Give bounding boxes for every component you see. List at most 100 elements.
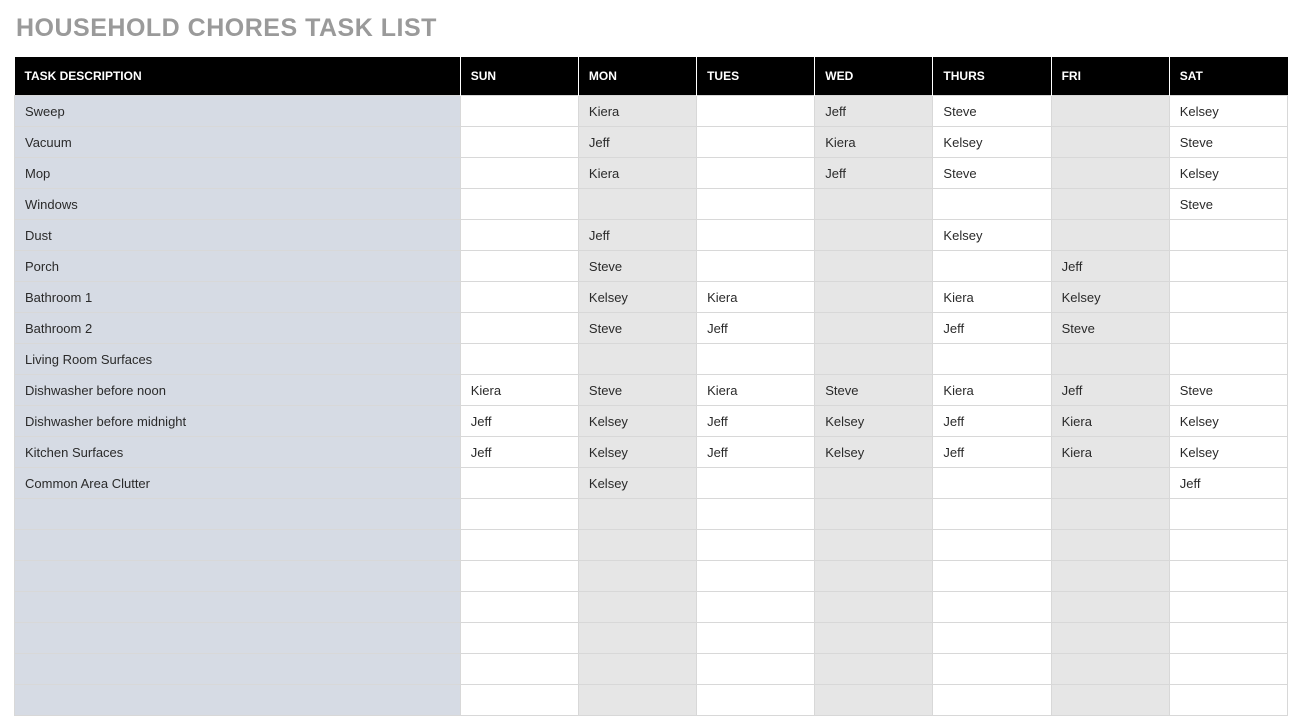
day-cell[interactable]: Kelsey [1051, 282, 1169, 313]
day-cell[interactable]: Steve [1169, 127, 1287, 158]
day-cell[interactable] [815, 220, 933, 251]
day-cell[interactable] [933, 561, 1051, 592]
task-description-cell[interactable]: Bathroom 2 [15, 313, 461, 344]
day-cell[interactable] [1051, 623, 1169, 654]
day-cell[interactable] [1051, 158, 1169, 189]
day-cell[interactable] [1169, 561, 1287, 592]
day-cell[interactable] [697, 127, 815, 158]
task-description-cell[interactable]: Dishwasher before midnight [15, 406, 461, 437]
day-cell[interactable] [933, 468, 1051, 499]
day-cell[interactable]: Steve [1169, 375, 1287, 406]
day-cell[interactable] [1051, 561, 1169, 592]
day-cell[interactable] [1169, 251, 1287, 282]
day-cell[interactable] [933, 623, 1051, 654]
day-cell[interactable] [697, 344, 815, 375]
day-cell[interactable]: Kelsey [933, 220, 1051, 251]
day-cell[interactable]: Kiera [697, 282, 815, 313]
day-cell[interactable] [578, 685, 696, 716]
day-cell[interactable]: Kelsey [815, 437, 933, 468]
task-description-cell[interactable]: Living Room Surfaces [15, 344, 461, 375]
day-cell[interactable] [1051, 530, 1169, 561]
day-cell[interactable] [460, 220, 578, 251]
day-cell[interactable] [460, 344, 578, 375]
day-cell[interactable]: Kiera [815, 127, 933, 158]
day-cell[interactable]: Steve [933, 96, 1051, 127]
day-cell[interactable]: Steve [578, 313, 696, 344]
day-cell[interactable] [578, 344, 696, 375]
day-cell[interactable] [1051, 685, 1169, 716]
day-cell[interactable]: Jeff [460, 406, 578, 437]
task-description-cell[interactable]: Vacuum [15, 127, 461, 158]
day-cell[interactable] [460, 313, 578, 344]
day-cell[interactable] [933, 344, 1051, 375]
day-cell[interactable] [815, 499, 933, 530]
day-cell[interactable] [933, 251, 1051, 282]
day-cell[interactable] [697, 251, 815, 282]
day-cell[interactable] [578, 499, 696, 530]
day-cell[interactable] [1169, 685, 1287, 716]
day-cell[interactable] [815, 654, 933, 685]
day-cell[interactable]: Jeff [1051, 375, 1169, 406]
day-cell[interactable] [697, 592, 815, 623]
day-cell[interactable]: Kelsey [815, 406, 933, 437]
task-description-cell[interactable] [15, 685, 461, 716]
day-cell[interactable] [578, 530, 696, 561]
day-cell[interactable] [815, 530, 933, 561]
day-cell[interactable] [578, 592, 696, 623]
day-cell[interactable] [697, 623, 815, 654]
day-cell[interactable]: Kiera [933, 282, 1051, 313]
day-cell[interactable] [933, 654, 1051, 685]
day-cell[interactable]: Jeff [933, 406, 1051, 437]
day-cell[interactable] [697, 96, 815, 127]
day-cell[interactable] [460, 685, 578, 716]
day-cell[interactable] [1051, 220, 1169, 251]
day-cell[interactable] [460, 96, 578, 127]
day-cell[interactable] [1051, 96, 1169, 127]
day-cell[interactable]: Jeff [460, 437, 578, 468]
day-cell[interactable] [460, 561, 578, 592]
day-cell[interactable] [815, 282, 933, 313]
day-cell[interactable]: Jeff [1169, 468, 1287, 499]
day-cell[interactable] [460, 251, 578, 282]
day-cell[interactable] [460, 623, 578, 654]
day-cell[interactable] [1051, 654, 1169, 685]
day-cell[interactable] [933, 592, 1051, 623]
day-cell[interactable]: Kiera [460, 375, 578, 406]
task-description-cell[interactable] [15, 499, 461, 530]
day-cell[interactable]: Jeff [578, 127, 696, 158]
day-cell[interactable] [815, 623, 933, 654]
day-cell[interactable]: Kelsey [578, 468, 696, 499]
day-cell[interactable] [460, 530, 578, 561]
day-cell[interactable] [697, 561, 815, 592]
day-cell[interactable] [815, 344, 933, 375]
day-cell[interactable]: Kelsey [1169, 406, 1287, 437]
day-cell[interactable] [460, 468, 578, 499]
day-cell[interactable]: Jeff [933, 437, 1051, 468]
day-cell[interactable] [1051, 592, 1169, 623]
day-cell[interactable] [578, 189, 696, 220]
day-cell[interactable]: Jeff [697, 406, 815, 437]
task-description-cell[interactable]: Kitchen Surfaces [15, 437, 461, 468]
day-cell[interactable] [460, 189, 578, 220]
day-cell[interactable]: Jeff [933, 313, 1051, 344]
day-cell[interactable] [697, 220, 815, 251]
day-cell[interactable]: Jeff [1051, 251, 1169, 282]
day-cell[interactable] [460, 654, 578, 685]
day-cell[interactable] [815, 592, 933, 623]
day-cell[interactable]: Kelsey [578, 282, 696, 313]
day-cell[interactable] [933, 685, 1051, 716]
day-cell[interactable]: Jeff [815, 158, 933, 189]
day-cell[interactable] [697, 685, 815, 716]
day-cell[interactable]: Kelsey [578, 406, 696, 437]
day-cell[interactable] [1169, 530, 1287, 561]
day-cell[interactable] [697, 158, 815, 189]
day-cell[interactable] [460, 158, 578, 189]
day-cell[interactable] [697, 468, 815, 499]
day-cell[interactable] [460, 282, 578, 313]
task-description-cell[interactable] [15, 592, 461, 623]
task-description-cell[interactable]: Porch [15, 251, 461, 282]
day-cell[interactable]: Steve [933, 158, 1051, 189]
task-description-cell[interactable]: Dust [15, 220, 461, 251]
day-cell[interactable] [1051, 468, 1169, 499]
task-description-cell[interactable] [15, 654, 461, 685]
